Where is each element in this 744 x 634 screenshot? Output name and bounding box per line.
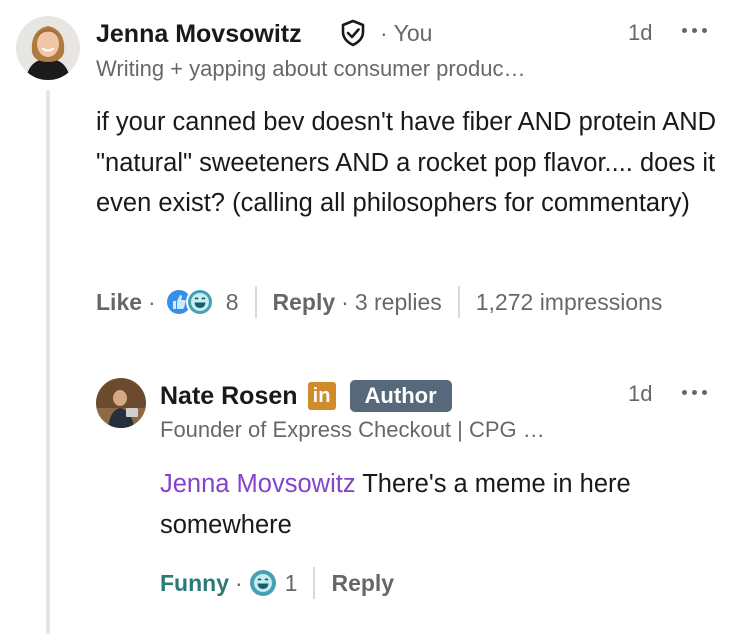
reply-avatar-image bbox=[96, 378, 146, 428]
reactions-summary[interactable]: 8 bbox=[164, 287, 239, 317]
funny-reaction-button[interactable]: Funny bbox=[160, 570, 229, 597]
mention-link[interactable]: Jenna Movsowitz bbox=[160, 470, 356, 498]
like-button[interactable]: Like bbox=[96, 289, 142, 316]
divider bbox=[457, 286, 460, 318]
linkedin-badge: in bbox=[307, 382, 336, 410]
reply-actions: Funny · 1 Reply bbox=[160, 567, 394, 599]
reply-author-name[interactable]: Nate Rosen bbox=[160, 382, 298, 411]
reply-button[interactable]: Reply bbox=[331, 570, 394, 597]
reply-header: Nate Rosen in Author bbox=[160, 380, 452, 412]
comment-time: 1d bbox=[628, 20, 653, 45]
shield-check-icon bbox=[338, 18, 368, 53]
laughing-face-reaction-icon bbox=[249, 570, 276, 596]
reply-avatar[interactable] bbox=[96, 378, 146, 428]
author-badge: Author bbox=[349, 380, 452, 412]
reply-button[interactable]: Reply bbox=[273, 289, 336, 316]
divider bbox=[254, 286, 257, 318]
divider bbox=[313, 567, 316, 599]
avatar[interactable] bbox=[16, 16, 80, 80]
thread-line bbox=[46, 90, 50, 634]
thumbs-up-reaction-icon bbox=[164, 288, 214, 316]
reply-text-block: Jenna Movsowitz There's a meme in here s… bbox=[160, 464, 720, 545]
reaction-count: 8 bbox=[225, 288, 239, 315]
impressions-count: 1,272 impressions bbox=[475, 288, 663, 315]
separator-dot: · bbox=[235, 569, 243, 596]
reply-author-headline: Founder of Express Checkout | CPG … bbox=[160, 417, 545, 442]
you-label-text: You bbox=[393, 20, 433, 46]
comment-text: if your canned bev doesn't have fiber AN… bbox=[96, 108, 717, 217]
reply-time: 1d bbox=[628, 381, 653, 406]
avatar-image bbox=[16, 16, 80, 80]
separator-dot: · bbox=[341, 288, 349, 315]
you-label: · You bbox=[380, 20, 433, 46]
more-options-icon[interactable] bbox=[682, 28, 707, 33]
replies-count-link[interactable]: 3 replies bbox=[355, 289, 442, 316]
comment-actions: Like · 8 Reply · 3 replies 1,272 impress… bbox=[96, 286, 662, 318]
comment-author-name[interactable]: Jenna Movsowitz bbox=[96, 20, 302, 49]
reply-reactions-summary[interactable]: 1 bbox=[249, 569, 298, 597]
reply-more-options-icon[interactable] bbox=[682, 390, 707, 395]
reply-reaction-count: 1 bbox=[284, 569, 298, 596]
separator-dot: · bbox=[148, 288, 156, 315]
comment-author-headline: Writing + yapping about consumer produc… bbox=[96, 56, 526, 81]
